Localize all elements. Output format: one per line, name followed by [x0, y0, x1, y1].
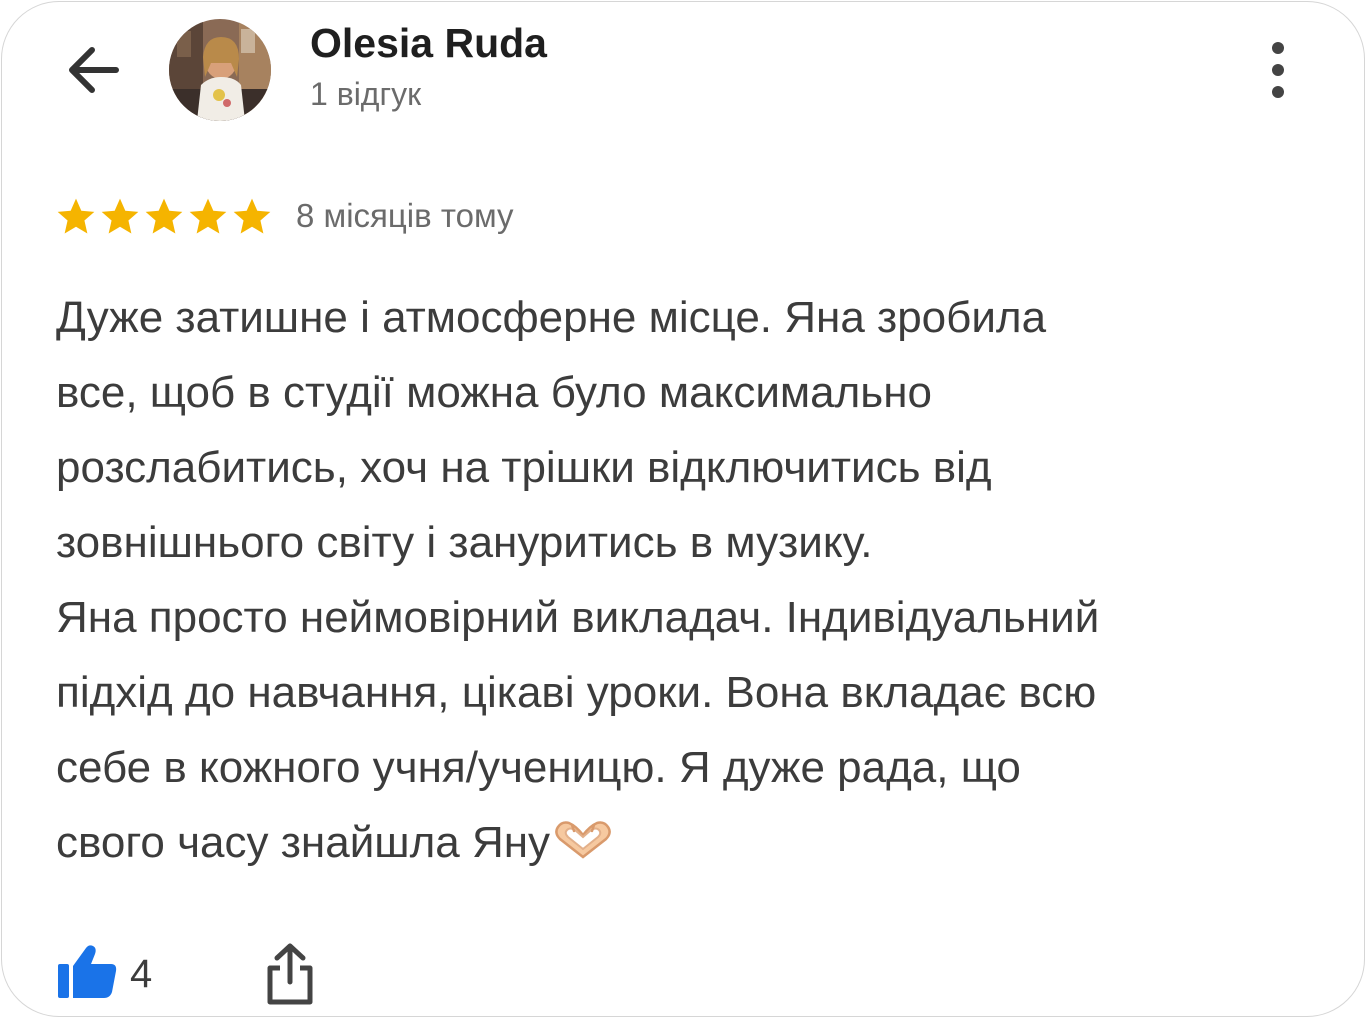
review-line: Дуже затишне і атмосферне місце. Яна зро…: [56, 293, 1047, 342]
like-button[interactable]: [56, 942, 118, 1000]
star-icon: [233, 198, 271, 234]
review-line: розслабитись, хоч на трішки відключитись…: [56, 443, 992, 492]
reviewer-name[interactable]: Olesia Ruda: [310, 20, 547, 67]
review-line: підхід до навчання, цікаві уроки. Вона в…: [56, 668, 1097, 717]
star-icon: [57, 198, 95, 234]
review-card: Olesia Ruda 1 відгук 8 місяців тому Дуже…: [1, 1, 1365, 1017]
star-rating: [54, 195, 276, 239]
more-vertical-icon: [1272, 42, 1284, 98]
review-line: себе в кожного учня/ученицю. Я дуже рада…: [56, 743, 1021, 792]
star-icon: [189, 198, 227, 234]
star-icon: [101, 198, 139, 234]
avatar-photo: [169, 19, 271, 121]
thumbs-up-icon: [58, 945, 117, 998]
share-icon: [267, 943, 313, 1005]
star-icon: [145, 198, 183, 234]
share-button[interactable]: [264, 942, 316, 1006]
review-text: Дуже затишне і атмосферне місце. Яна зро…: [56, 280, 1306, 880]
review-line: Яна просто неймовірний викладач. Індивід…: [56, 593, 1100, 642]
like-count: 4: [130, 952, 153, 996]
avatar[interactable]: [169, 19, 271, 121]
more-options-button[interactable]: [1254, 40, 1302, 100]
arrow-left-icon: [69, 47, 119, 93]
reviewer-review-count: 1 відгук: [310, 76, 422, 112]
review-line-last: свого часу знайшла Яну: [56, 805, 1306, 880]
review-date: 8 місяців тому: [296, 197, 514, 234]
heart-hands-emoji: [550, 809, 616, 859]
review-line: зовнішнього світу і зануритись в музику.: [56, 518, 873, 567]
review-line: все, щоб в студії можна було максимально: [56, 368, 933, 417]
review-line-text: свого часу знайшла Яну: [56, 818, 551, 867]
back-button[interactable]: [60, 40, 126, 100]
